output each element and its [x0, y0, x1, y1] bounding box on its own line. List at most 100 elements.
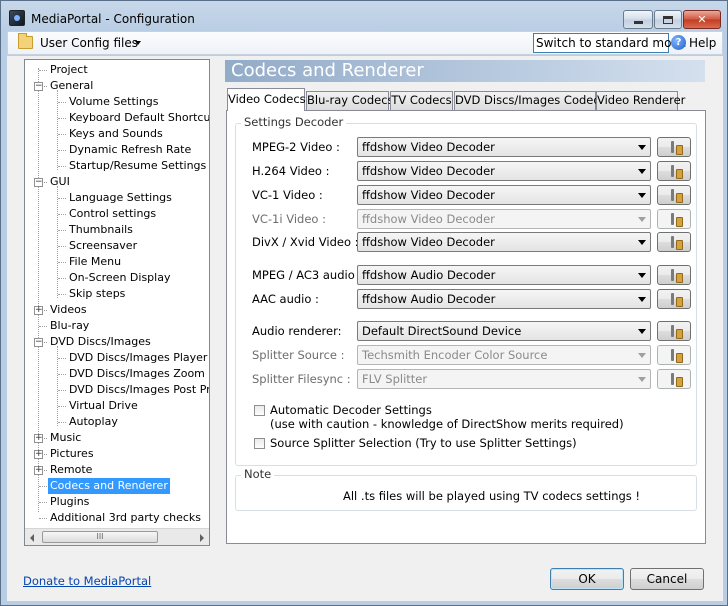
tree-item[interactable]: Videos	[48, 302, 89, 318]
tree-item[interactable]: Virtual Drive	[67, 398, 140, 414]
minimize-icon	[633, 21, 643, 24]
expand-icon[interactable]: +	[34, 450, 43, 459]
tree-item[interactable]: Plugins	[48, 494, 91, 510]
configure-filter-button[interactable]	[657, 232, 691, 252]
decoder-select[interactable]: ffdshow Video Decoder	[357, 161, 651, 181]
tree-item[interactable]: Remote	[48, 462, 94, 478]
wrench-icon	[669, 236, 683, 250]
decoder-select-value: ffdshow Video Decoder	[362, 235, 495, 249]
tree-item[interactable]: Music	[48, 430, 83, 446]
tab-video-codecs[interactable]: Video Codecs	[227, 88, 306, 111]
donate-link[interactable]: Donate to MediaPortal	[23, 574, 151, 588]
tree-item[interactable]: Volume Settings	[67, 94, 161, 110]
tree-guide-line	[38, 68, 39, 512]
tree-guide-line	[58, 406, 66, 407]
switch-to-standard-mode-button[interactable]: Switch to standard mode	[533, 33, 686, 53]
toolbar: User Config files Switch to standard mod…	[7, 31, 723, 55]
tree-item[interactable]: DVD Discs/Images Zoom	[67, 366, 207, 382]
tab-blu-ray-codecs[interactable]: Blu-ray Codecs	[306, 91, 394, 110]
decoder-select-value: ffdshow Video Decoder	[362, 188, 495, 202]
configure-filter-button[interactable]	[657, 345, 691, 365]
automatic-decoder-settings-caution: (use with caution - knowledge of DirectS…	[270, 417, 624, 431]
scroll-left-icon[interactable]	[30, 534, 34, 542]
tree-horizontal-scrollbar[interactable]: III	[25, 528, 209, 545]
decoder-select[interactable]: ffdshow Video Decoder	[357, 137, 651, 157]
tree-item[interactable]: Screensaver	[67, 238, 139, 254]
tree-item[interactable]: Control settings	[67, 206, 158, 222]
tab-video-renderer[interactable]: Video Renderer	[596, 91, 685, 110]
tree-item[interactable]: Pictures	[48, 446, 96, 462]
tree-item[interactable]: Additional 3rd party checks	[48, 510, 203, 526]
tree-item[interactable]: DVD Discs/Images	[48, 334, 153, 350]
tree-item[interactable]: Language Settings	[67, 190, 174, 206]
minimize-button[interactable]	[623, 10, 653, 29]
tree-item[interactable]: DVD Discs/Images Post Proc	[67, 382, 209, 398]
note-text: All .ts files will be played using TV co…	[343, 489, 641, 503]
window-title: MediaPortal - Configuration	[31, 12, 195, 26]
tree-guide-line	[58, 278, 66, 279]
configure-filter-button[interactable]	[657, 369, 691, 389]
tree-item[interactable]: On-Screen Display	[67, 270, 172, 286]
tree-item[interactable]: DVD Discs/Images Player	[67, 350, 209, 366]
folder-icon	[18, 33, 33, 49]
settings-tree[interactable]: III Project − General Volume Settings Keyboa…	[24, 59, 210, 546]
collapse-icon[interactable]: −	[34, 338, 43, 347]
cancel-button[interactable]: Cancel	[630, 568, 704, 590]
configure-filter-button[interactable]	[657, 137, 691, 157]
configure-filter-button[interactable]	[657, 289, 691, 309]
scroll-right-icon[interactable]	[200, 534, 204, 542]
expand-icon[interactable]: +	[34, 466, 43, 475]
title-bar[interactable]: MediaPortal - Configuration ✕	[1, 1, 727, 33]
tree-guide-line	[58, 150, 66, 151]
tree-item[interactable]: GUI	[48, 174, 72, 190]
ok-button[interactable]: OK	[550, 568, 624, 590]
tree-item[interactable]: Dynamic Refresh Rate	[67, 142, 193, 158]
automatic-decoder-settings-label[interactable]: Automatic Decoder Settings	[270, 403, 432, 417]
tree-guide-line	[58, 214, 66, 215]
tree-item[interactable]: Keys and Sounds	[67, 126, 165, 142]
tab-tv-codecs[interactable]: TV Codecs	[390, 91, 453, 110]
scroll-thumb[interactable]: III	[42, 531, 158, 543]
maximize-button[interactable]	[654, 10, 682, 29]
source-splitter-selection-label[interactable]: Source Splitter Selection (Try to use Sp…	[270, 436, 577, 450]
tree-item[interactable]: Keyboard Default Shortcuts	[67, 110, 209, 126]
tree-item[interactable]: Codecs and Renderer	[48, 478, 170, 494]
help-icon[interactable]: ?	[671, 35, 686, 50]
tree-item[interactable]: Skip steps	[67, 286, 127, 302]
expand-icon[interactable]: +	[34, 434, 43, 443]
tree-item[interactable]: Project	[48, 62, 90, 78]
decoder-select[interactable]: ffdshow Video Decoder	[357, 232, 651, 252]
configure-filter-button[interactable]	[657, 265, 691, 285]
decoder-row-label: Audio renderer:	[252, 324, 342, 338]
help-button[interactable]: Help	[689, 36, 716, 50]
configure-filter-button[interactable]	[657, 161, 691, 181]
tree-item[interactable]: General	[48, 78, 95, 94]
decoder-select[interactable]: ffdshow Audio Decoder	[357, 289, 651, 309]
decoder-select[interactable]: ffdshow Audio Decoder	[357, 265, 651, 285]
chevron-down-icon	[638, 217, 646, 222]
tree-item[interactable]: Startup/Resume Settings	[67, 158, 208, 174]
wrench-icon	[669, 189, 683, 203]
tab-dvd-discs-images-codecs[interactable]: DVD Discs/Images Codecs	[454, 91, 606, 110]
configure-filter-button[interactable]	[657, 321, 691, 341]
configure-filter-button[interactable]	[657, 209, 691, 229]
tree-guide-line	[57, 186, 58, 298]
close-button[interactable]: ✕	[683, 10, 721, 29]
collapse-icon[interactable]: −	[34, 82, 43, 91]
user-config-files-menu[interactable]: User Config files	[40, 36, 138, 50]
wrench-icon	[669, 293, 683, 307]
decoder-select[interactable]: Default DirectSound Device	[357, 321, 651, 341]
decoder-select[interactable]: ffdshow Video Decoder	[357, 185, 651, 205]
chevron-down-icon[interactable]	[135, 41, 141, 45]
source-splitter-selection-checkbox[interactable]	[254, 438, 265, 449]
expand-icon[interactable]: +	[34, 306, 43, 315]
automatic-decoder-settings-checkbox[interactable]	[254, 405, 265, 416]
decoder-select-value: ffdshow Video Decoder	[362, 212, 495, 226]
configure-filter-button[interactable]	[657, 185, 691, 205]
tree-item[interactable]: File Menu	[67, 254, 123, 270]
tree-item[interactable]: Autoplay	[67, 414, 120, 430]
tree-item[interactable]: Blu-ray	[48, 318, 91, 334]
chevron-down-icon	[638, 169, 646, 174]
tree-item[interactable]: Thumbnails	[67, 222, 135, 238]
collapse-icon[interactable]: −	[34, 178, 43, 187]
